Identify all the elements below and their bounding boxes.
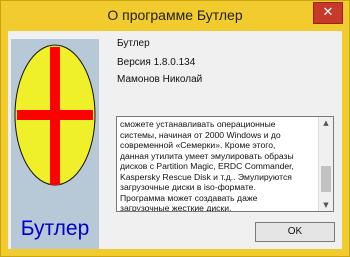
scroll-thumb[interactable] (321, 165, 331, 192)
description-line: данная утилита умеет эмулировать образы (120, 150, 294, 161)
title-bar[interactable]: О программе Бутлер ✕ (1, 1, 349, 31)
author-label: Мамонов Николай (117, 74, 203, 85)
app-logo: Бутлер (11, 39, 99, 249)
logo-text: Бутлер (21, 217, 90, 240)
description-line: системы, начиная от 2000 Windows и до (120, 129, 281, 140)
version-label: Версия 1.8.0.134 (117, 57, 196, 68)
scroll-up-icon[interactable]: ▲ (319, 117, 333, 129)
close-icon: ✕ (322, 5, 334, 20)
description-line: загрузочные диски в iso-формате. (120, 182, 256, 192)
product-name: Бутлер (117, 38, 150, 49)
description-line: современной «Семерки». Кроме этого, (120, 140, 276, 150)
close-button[interactable]: ✕ (313, 2, 343, 24)
dialog-client-area: Бутлер Бутлер Версия 1.8.0.134 Мамонов Н… (8, 31, 342, 249)
description-line: загрузочные жесткие диски. (120, 203, 232, 212)
description-memo[interactable]: сможете устанавливать операционные систем… (116, 116, 334, 212)
description-text: сможете устанавливать операционные систем… (120, 119, 317, 212)
scroll-down-icon[interactable]: ▼ (319, 199, 333, 211)
logo-graphic: Бутлер (14, 44, 96, 240)
description-line: Kaspersky Rescue Disk и т.д.. Эмулируютс… (120, 171, 292, 182)
memo-scrollbar[interactable]: ▲ ▼ (318, 117, 333, 211)
logo-cross-horizontal (17, 110, 93, 120)
description-line: сможете устанавливать операционные (120, 119, 276, 129)
ok-button[interactable]: OK (255, 222, 335, 242)
window-title: О программе Бутлер (107, 7, 243, 23)
description-line: дисков с Partition Magic, ERDC Commander… (120, 161, 294, 171)
description-line: Программа может создавать даже (120, 192, 258, 203)
about-dialog: О программе Бутлер ✕ Бутлер Бутлер Верси… (0, 0, 350, 257)
